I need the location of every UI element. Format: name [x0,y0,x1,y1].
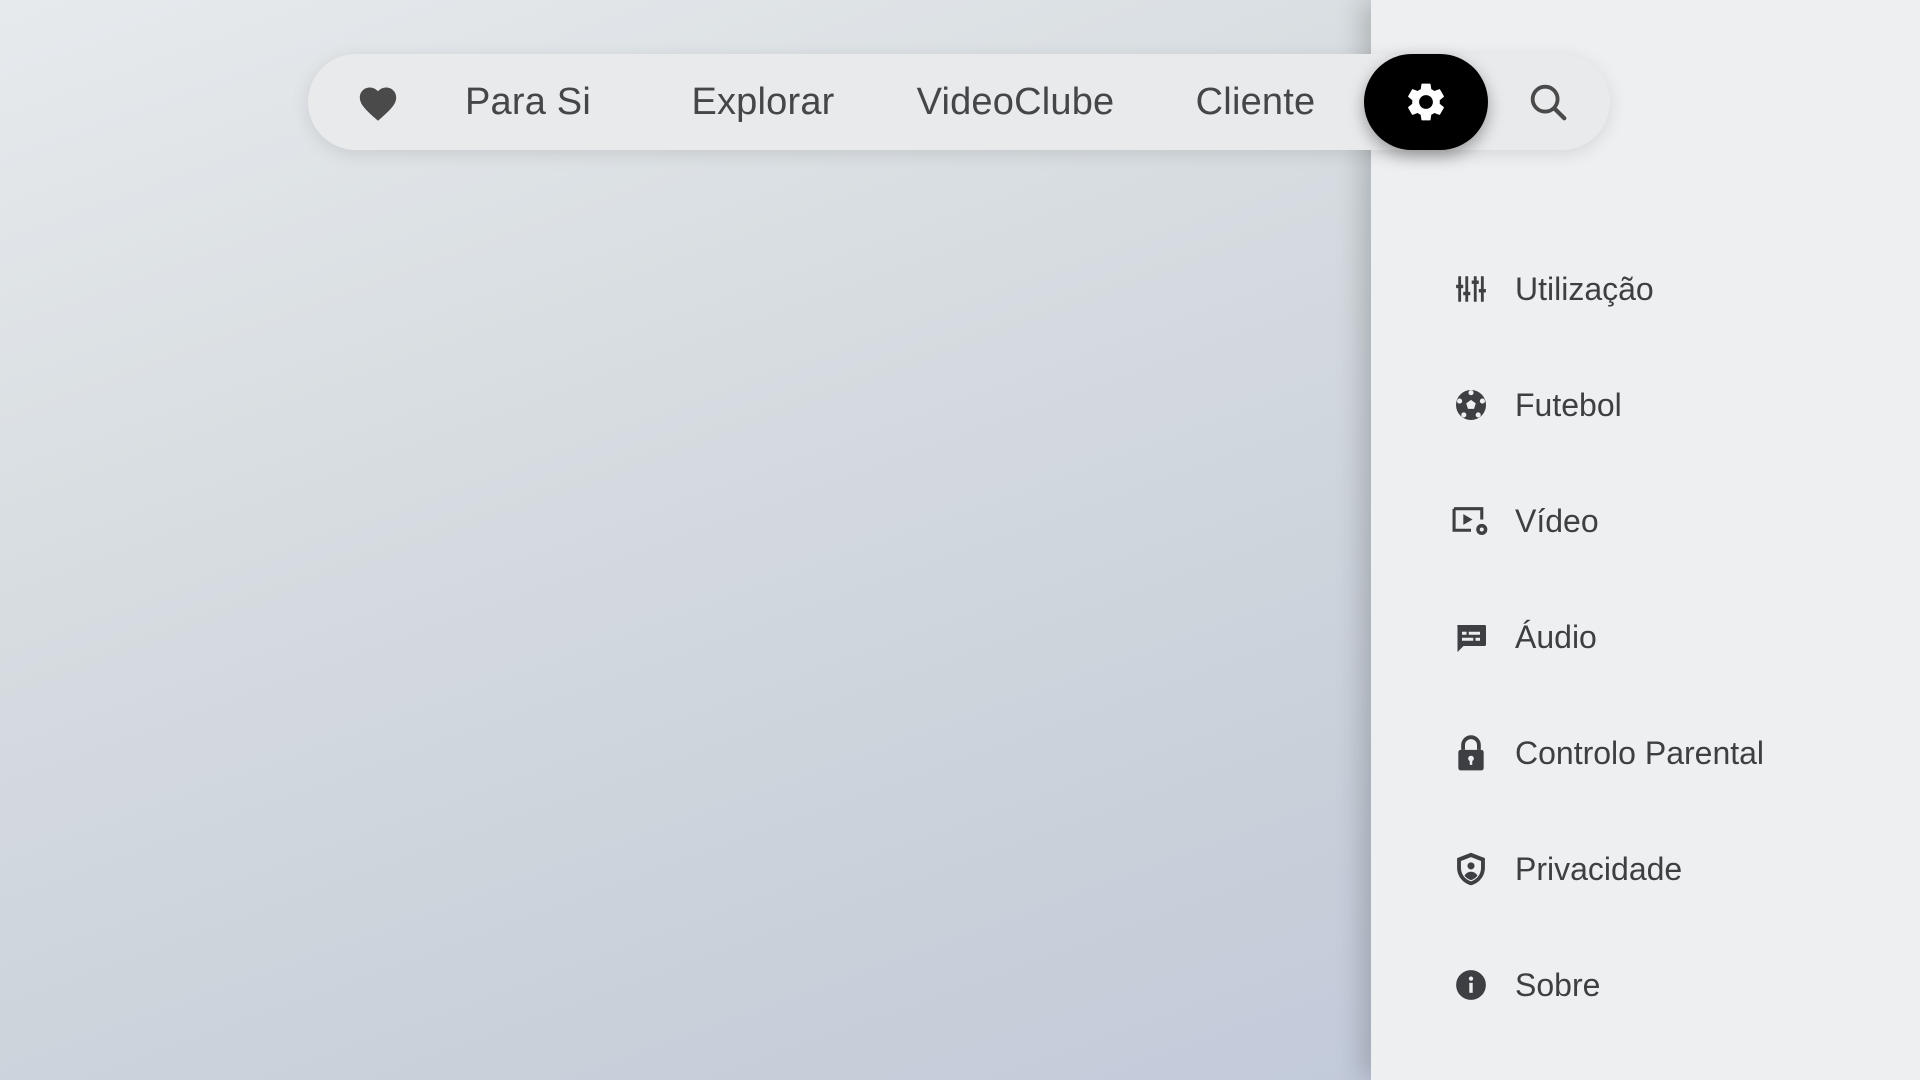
nav-item-videoclube[interactable]: VideoClube [903,54,1128,150]
settings-panel: Utilização Futebol Vídeo Áudio Controlo … [1371,0,1920,1080]
info-icon [1451,965,1491,1005]
screen: Para Si Explorar VideoClube Cliente Util… [0,0,1920,1080]
settings-item-video[interactable]: Vídeo [1371,481,1920,561]
settings-button[interactable] [1364,54,1488,150]
settings-item-sobre[interactable]: Sobre [1371,945,1920,1025]
nav-item-label: Explorar [691,80,835,123]
nav-item-label: Cliente [1195,80,1316,123]
settings-item-futebol[interactable]: Futebol [1371,365,1920,445]
top-navigation-bar: Para Si Explorar VideoClube Cliente [308,54,1610,150]
nav-item-para-si[interactable]: Para Si [458,54,598,150]
settings-item-label: Áudio [1515,618,1597,655]
heart-icon [356,82,400,122]
sliders-icon [1451,269,1491,309]
settings-item-label: Vídeo [1515,502,1599,539]
shield-icon [1451,849,1491,889]
settings-item-privacidade[interactable]: Privacidade [1371,829,1920,909]
search-icon [1525,79,1571,125]
nav-item-explorar[interactable]: Explorar [678,54,848,150]
gear-icon [1403,79,1449,125]
nav-item-label: Para Si [464,80,591,123]
settings-item-label: Privacidade [1515,850,1683,887]
settings-item-label: Controlo Parental [1515,734,1765,771]
settings-item-utilizacao[interactable]: Utilização [1371,249,1920,329]
settings-item-label: Futebol [1515,386,1622,423]
settings-item-label: Utilização [1515,270,1654,307]
settings-item-controlo-parental[interactable]: Controlo Parental [1371,713,1920,793]
video-settings-icon [1451,501,1491,541]
favorites-button[interactable] [348,54,408,150]
settings-item-label: Sobre [1515,966,1601,1003]
settings-item-audio[interactable]: Áudio [1371,597,1920,677]
lock-icon [1451,733,1491,773]
football-icon [1451,385,1491,425]
search-button[interactable] [1508,54,1588,150]
subtitles-icon [1451,617,1491,657]
nav-item-cliente[interactable]: Cliente [1183,54,1328,150]
nav-item-label: VideoClube [916,80,1115,123]
